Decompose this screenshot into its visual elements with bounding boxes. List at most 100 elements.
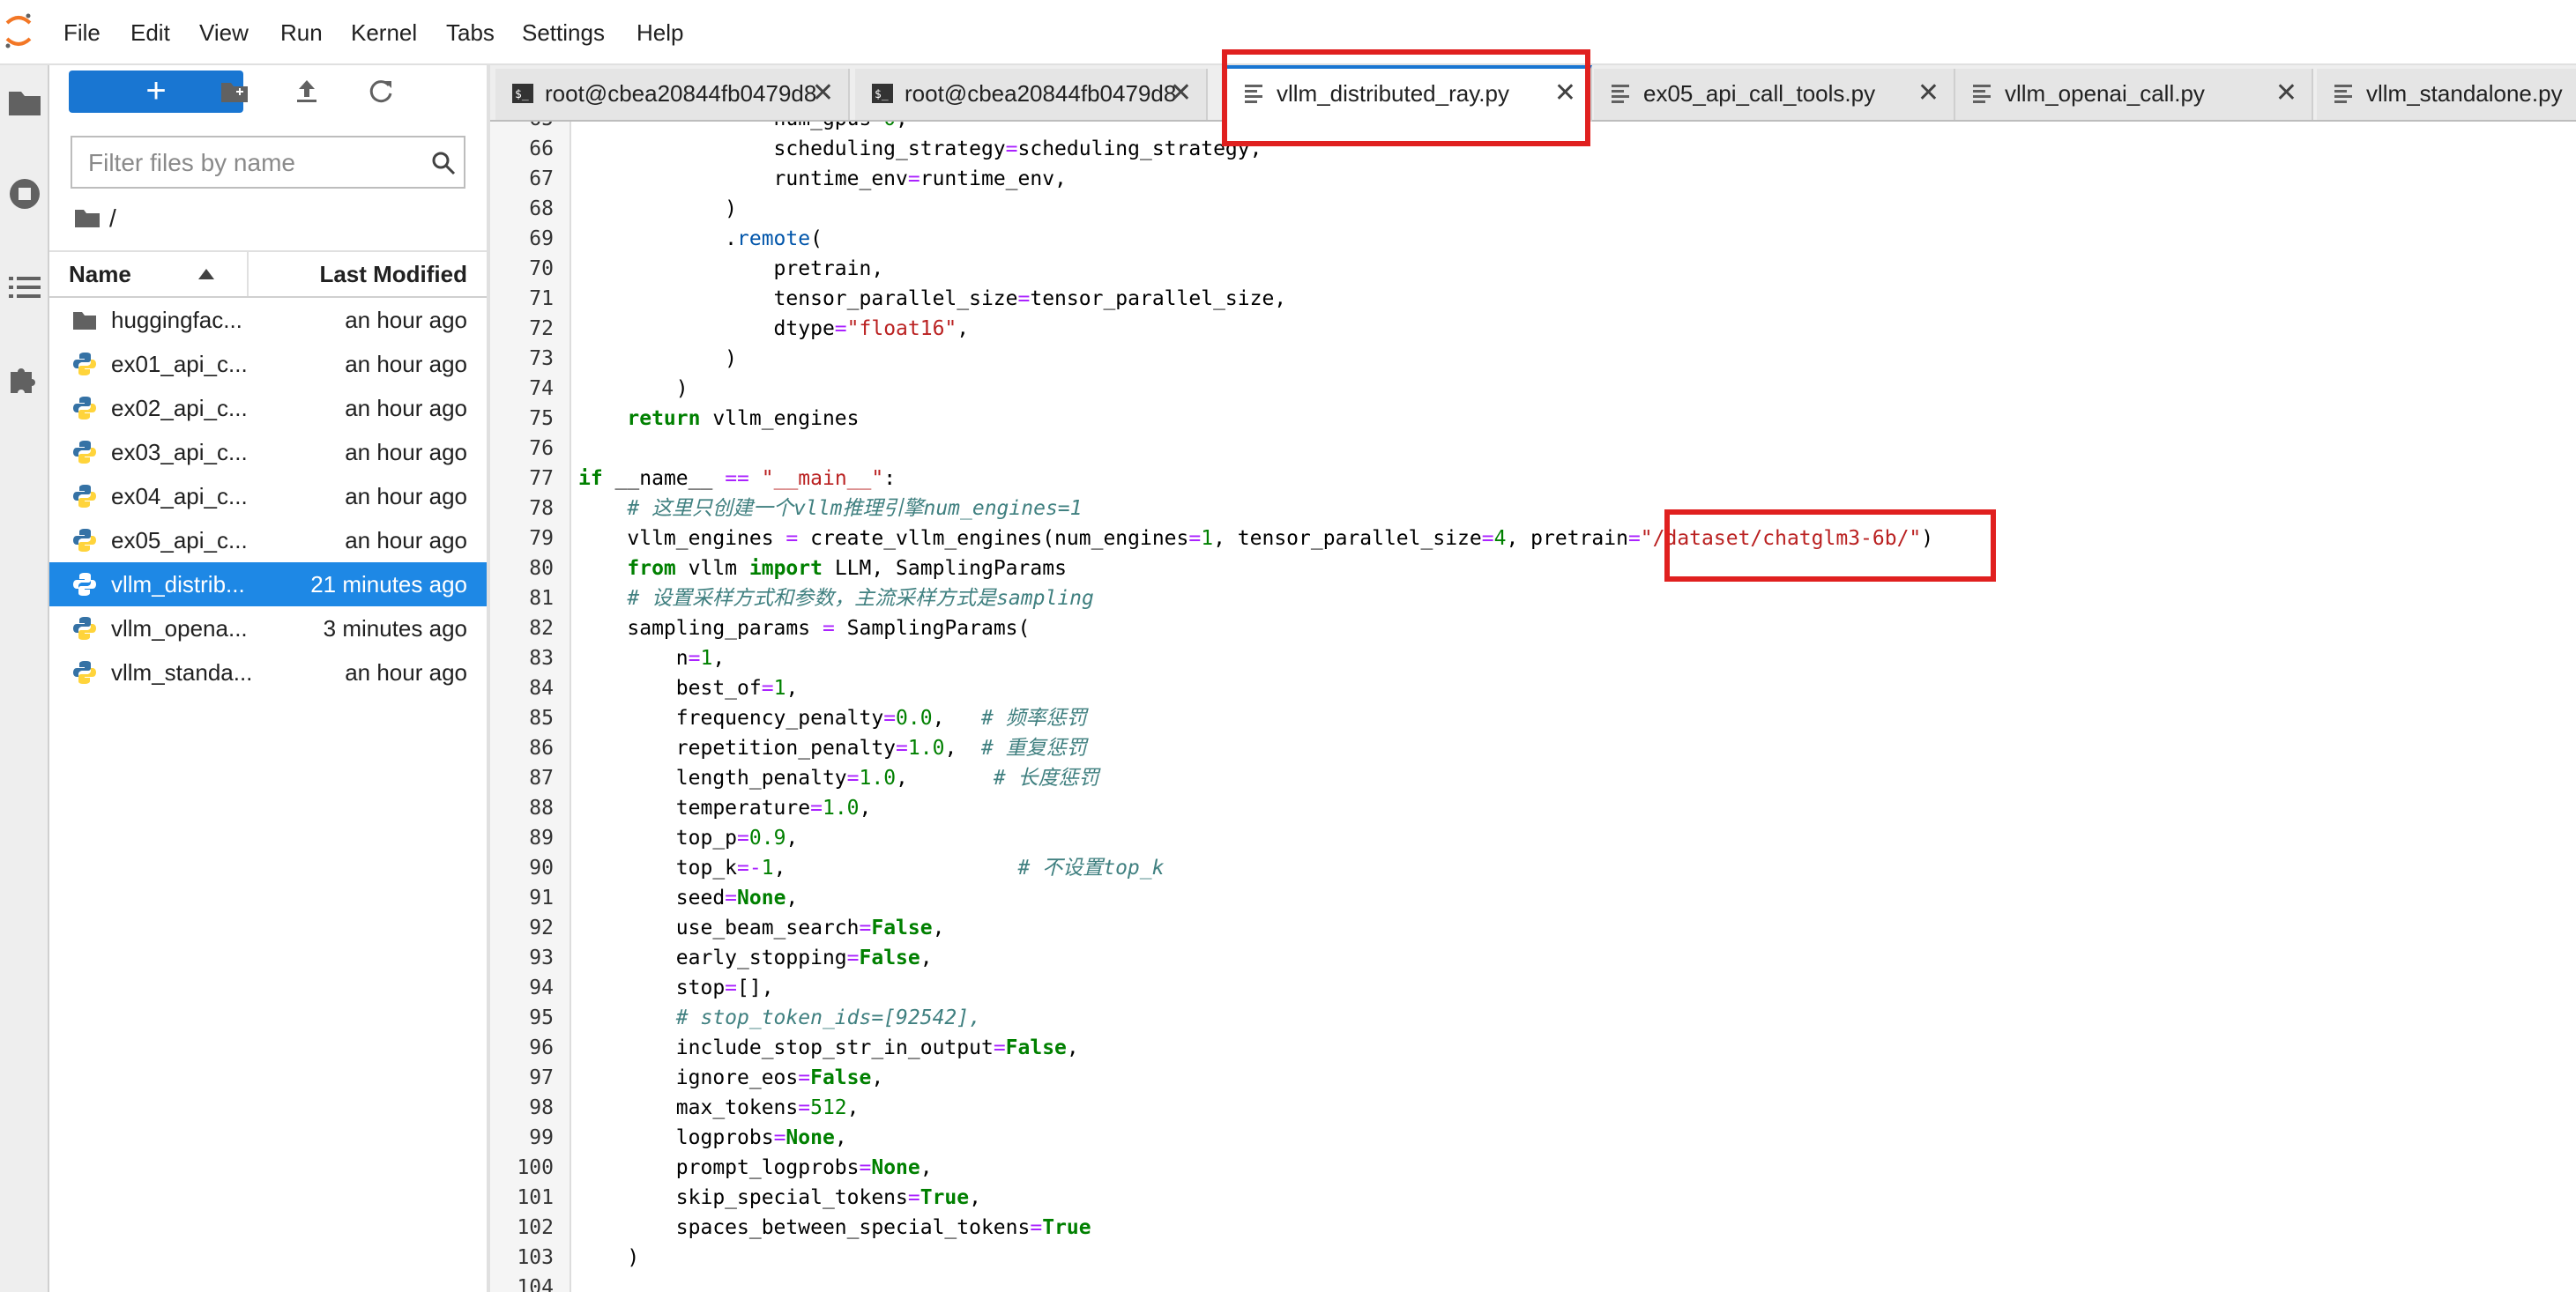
extension-puzzle-icon[interactable]	[5, 360, 44, 398]
code-token: stop	[578, 976, 726, 999]
code-token: =	[883, 707, 897, 730]
search-icon[interactable]	[430, 150, 457, 176]
line-number: 71	[529, 287, 554, 310]
file-modified: an hour ago	[345, 307, 467, 333]
file-row[interactable]: vllm_standa... an hour ago	[49, 650, 487, 694]
running-sessions-icon[interactable]	[5, 174, 44, 213]
line-number: 70	[529, 257, 554, 280]
upload-icon[interactable]	[291, 76, 323, 108]
code-token: top_k	[578, 857, 738, 880]
document-tab[interactable]: $_ root@cbea20844fb0479d8 ✕	[855, 69, 1208, 120]
line-number: 95	[529, 1006, 554, 1029]
close-tab-icon[interactable]: ✕	[1170, 69, 1192, 118]
filter-files-input[interactable]	[86, 137, 425, 189]
code-token: =	[1017, 287, 1031, 310]
menu-run[interactable]: Run	[280, 12, 323, 53]
code-token: , tensor_parallel_size	[1213, 527, 1482, 550]
refresh-icon[interactable]	[365, 76, 397, 108]
new-folder-icon[interactable]	[219, 76, 250, 108]
code-line: stop=[],	[578, 973, 774, 1003]
column-name-header[interactable]: Name	[69, 252, 131, 296]
code-token: vllm_engines	[578, 527, 786, 550]
line-number: 96	[529, 1036, 554, 1059]
close-tab-icon[interactable]: ✕	[2275, 69, 2297, 118]
document-tab[interactable]: vllm_standalone.py	[2317, 69, 2576, 120]
code-token: tensor_parallel_size	[578, 287, 1018, 310]
code-token: =	[822, 617, 835, 640]
jupyter-logo-icon	[5, 13, 32, 48]
file-row[interactable]: vllm_opena... 3 minutes ago	[49, 606, 487, 650]
line-number: 79	[529, 527, 554, 550]
column-modified-header[interactable]: Last Modified	[319, 252, 467, 296]
file-row[interactable]: huggingfac... an hour ago	[49, 298, 487, 342]
close-tab-icon[interactable]: ✕	[812, 69, 834, 118]
file-row[interactable]: vllm_distrib... 21 minutes ago	[49, 562, 487, 606]
python-file-icon	[73, 573, 96, 596]
code-token: =	[993, 1036, 1006, 1059]
svg-text:$_: $_	[875, 88, 889, 101]
python-file-icon	[73, 661, 96, 684]
code-token: ,	[919, 947, 933, 969]
code-line: pretrain,	[578, 254, 884, 284]
highlight-active-tab	[1222, 49, 1590, 146]
menu-view[interactable]: View	[199, 12, 249, 53]
code-token: =	[907, 167, 920, 190]
code-token: ,	[896, 122, 908, 130]
code-token: 1.0	[859, 767, 897, 790]
code-line: sampling_params = SamplingParams(	[578, 613, 1030, 643]
line-number: 90	[529, 857, 554, 880]
code-token: # 设置采样方式和参数，主流采样方式是sampling	[627, 587, 1094, 610]
menu-edit[interactable]: Edit	[130, 12, 170, 53]
new-launcher-button[interactable]: +	[69, 71, 243, 113]
file-browser-panel: + / Name Last Modified huggingfac... an h…	[49, 65, 490, 1292]
file-row[interactable]: ex01_api_c... an hour ago	[49, 342, 487, 386]
code-token: 0.9	[748, 827, 786, 850]
breadcrumb-root[interactable]: /	[109, 203, 116, 234]
document-tab[interactable]: ex05_api_call_tools.py ✕	[1594, 69, 1955, 120]
code-token: )	[578, 197, 738, 220]
code-token: 0	[883, 122, 896, 130]
menu-file[interactable]: File	[63, 12, 101, 53]
code-line: top_k=-1, # 不设置top_k	[578, 853, 1165, 883]
file-row[interactable]: ex03_api_c... an hour ago	[49, 430, 487, 474]
code-token: from	[627, 557, 676, 580]
menu-settings[interactable]: Settings	[522, 12, 605, 53]
code-token: =	[810, 797, 823, 820]
document-tab[interactable]: vllm_openai_call.py ✕	[1955, 69, 2313, 120]
code-token: ,	[785, 827, 799, 850]
code-token: # 频率惩罚	[980, 707, 1087, 730]
home-folder-icon[interactable]	[74, 206, 101, 229]
code-token: prompt_logprobs	[578, 1156, 860, 1179]
code-token: =-	[737, 857, 762, 880]
close-tab-icon[interactable]: ✕	[1917, 69, 1939, 118]
line-number: 103	[517, 1246, 554, 1269]
file-modified: an hour ago	[345, 483, 467, 509]
code-token: )	[578, 1246, 640, 1269]
code-token: if	[578, 467, 603, 490]
menu-tabs[interactable]: Tabs	[446, 12, 495, 53]
code-token: ==	[725, 467, 749, 490]
code-token: False	[1005, 1036, 1067, 1059]
file-name: vllm_opena...	[111, 615, 248, 642]
document-tab[interactable]: $_ root@cbea20844fb0479d8 ✕	[495, 69, 850, 120]
code-line: if __name__ == "__main__":	[578, 464, 896, 494]
file-row[interactable]: ex02_api_c... an hour ago	[49, 386, 487, 430]
file-row[interactable]: ex05_api_c... an hour ago	[49, 518, 487, 562]
code-token: ,	[944, 737, 981, 760]
code-token: ,	[785, 887, 799, 910]
code-token: scheduling_strategy	[578, 137, 1006, 160]
menu-help[interactable]: Help	[637, 12, 683, 53]
table-of-contents-icon[interactable]	[5, 268, 44, 307]
code-token: include_stop_str_in_output	[578, 1036, 994, 1059]
code-line: # 设置采样方式和参数，主流采样方式是sampling	[578, 583, 1094, 613]
line-number: 66	[529, 137, 554, 160]
folder-icon[interactable]	[5, 83, 44, 122]
code-line: repetition_penalty=1.0, # 重复惩罚	[578, 733, 1087, 763]
line-number: 82	[529, 617, 554, 640]
file-row[interactable]: ex04_api_c... an hour ago	[49, 474, 487, 518]
menu-kernel[interactable]: Kernel	[351, 12, 417, 53]
code-editor[interactable]: 65 66 67 68 69 70 71 72 73 74 75 76 77 78 79 80 81 82 83 84…	[490, 122, 2576, 1292]
code-token: False	[859, 947, 920, 969]
